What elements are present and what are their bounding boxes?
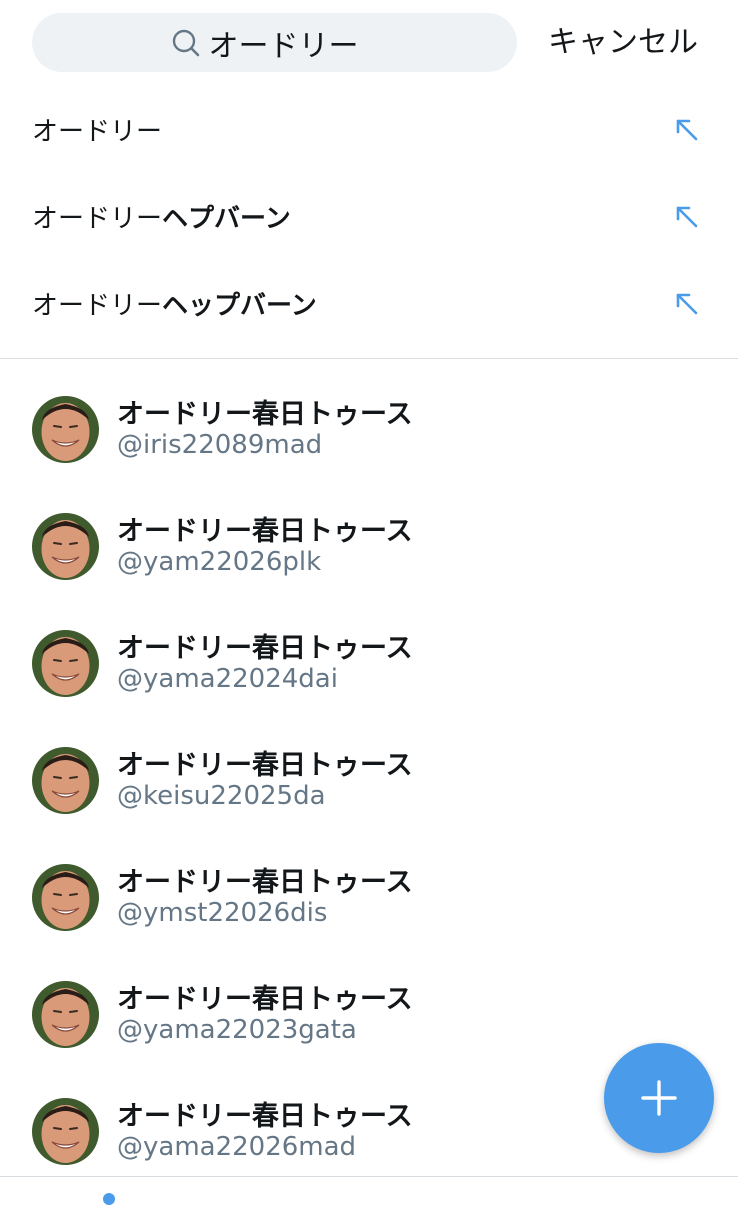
suggestion-item[interactable]: オードリー [0, 86, 738, 173]
suggestion-text: オードリーヘプバーン [32, 198, 291, 235]
user-display-name: オードリー春日トゥース [117, 1101, 413, 1132]
suggestion-suffix: ヘプバーン [162, 204, 291, 234]
suggestion-item[interactable]: オードリーヘプバーン [0, 173, 738, 260]
cancel-button[interactable]: キャンセル [548, 20, 698, 66]
suggestion-prefix: オードリー [32, 117, 163, 147]
user-display-name: オードリー春日トゥース [117, 750, 413, 781]
user-display-name: オードリー春日トゥース [117, 984, 413, 1015]
fill-query-arrow-icon[interactable] [674, 117, 700, 143]
suggestion-prefix: オードリー [32, 291, 163, 321]
avatar[interactable] [32, 513, 99, 580]
user-handle: @yama22023gata [117, 1015, 357, 1045]
user-handle: @yama22024dai [117, 664, 338, 694]
user-handle: @iris22089mad [117, 430, 323, 460]
avatar[interactable] [32, 981, 99, 1048]
avatar[interactable] [32, 1098, 99, 1165]
suggestion-prefix: オードリー [32, 204, 163, 234]
user-handle: @yama22026mad [117, 1132, 357, 1162]
user-result-row[interactable]: オードリー春日トゥース @keisu22025da [0, 721, 738, 838]
search-icon [172, 29, 199, 56]
tab-bar-border [0, 1176, 738, 1177]
user-display-name: オードリー春日トゥース [117, 399, 413, 430]
plus-icon [641, 1080, 677, 1116]
fill-query-arrow-icon[interactable] [674, 204, 700, 230]
avatar[interactable] [32, 630, 99, 697]
user-display-name: オードリー春日トゥース [117, 633, 413, 664]
tab-indicator [103, 1193, 115, 1205]
search-field[interactable] [32, 13, 517, 72]
suggestion-suffix: ヘップバーン [162, 291, 317, 321]
user-handle: @yam22026plk [117, 547, 322, 577]
user-result-row[interactable]: オードリー春日トゥース @ymst22026dis [0, 838, 738, 955]
avatar[interactable] [32, 747, 99, 814]
fill-query-arrow-icon[interactable] [674, 291, 700, 317]
suggestion-text: オードリー [32, 111, 162, 148]
search-suggestions: オードリー オードリーヘプバーン オードリーヘップバーン [0, 86, 738, 347]
user-display-name: オードリー春日トゥース [117, 516, 413, 547]
avatar[interactable] [32, 864, 99, 931]
user-result-row[interactable]: オードリー春日トゥース @yama22024dai [0, 604, 738, 721]
suggestion-text: オードリーヘップバーン [32, 285, 317, 322]
user-result-row[interactable]: オードリー春日トゥース @yam22026plk [0, 487, 738, 604]
avatar[interactable] [32, 396, 99, 463]
user-display-name: オードリー春日トゥース [117, 867, 413, 898]
user-handle: @keisu22025da [117, 781, 326, 811]
search-bar: キャンセル [0, 0, 738, 86]
user-result-row[interactable]: オードリー春日トゥース @iris22089mad [0, 370, 738, 487]
user-handle: @ymst22026dis [117, 898, 328, 928]
search-input[interactable] [208, 25, 379, 60]
suggestion-item[interactable]: オードリーヘップバーン [0, 260, 738, 347]
section-divider [0, 358, 738, 359]
compose-fab-button[interactable] [604, 1043, 714, 1153]
